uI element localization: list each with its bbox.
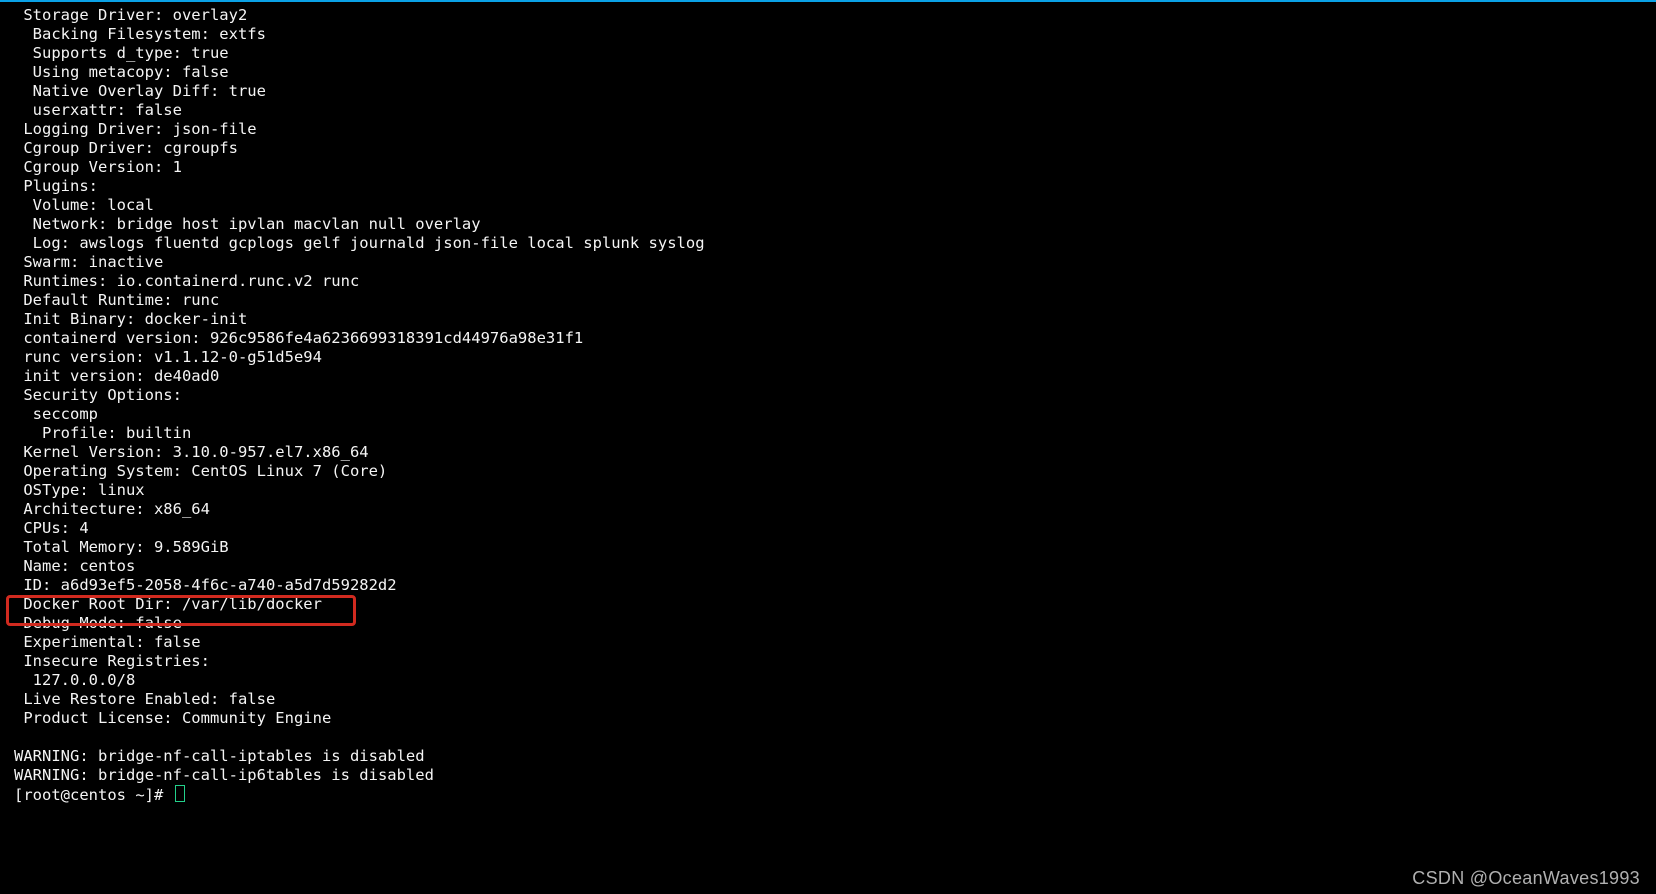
terminal-line: seccomp bbox=[14, 405, 1642, 424]
terminal-line: Swarm: inactive bbox=[14, 253, 1642, 272]
terminal-line: CPUs: 4 bbox=[14, 519, 1642, 538]
terminal-prompt[interactable]: [root@centos ~]# bbox=[14, 785, 1642, 805]
terminal-line: Live Restore Enabled: false bbox=[14, 690, 1642, 709]
terminal-line: Total Memory: 9.589GiB bbox=[14, 538, 1642, 557]
terminal-line: Kernel Version: 3.10.0-957.el7.x86_64 bbox=[14, 443, 1642, 462]
terminal-line: Debug Mode: false bbox=[14, 614, 1642, 633]
terminal-line: WARNING: bridge-nf-call-ip6tables is dis… bbox=[14, 766, 1642, 785]
terminal-line: Experimental: false bbox=[14, 633, 1642, 652]
terminal-line: Native Overlay Diff: true bbox=[14, 82, 1642, 101]
terminal-line: Storage Driver: overlay2 bbox=[14, 6, 1642, 25]
terminal-line: Default Runtime: runc bbox=[14, 291, 1642, 310]
terminal-line: Backing Filesystem: extfs bbox=[14, 25, 1642, 44]
terminal-line: Log: awslogs fluentd gcplogs gelf journa… bbox=[14, 234, 1642, 253]
terminal-line: Product License: Community Engine bbox=[14, 709, 1642, 728]
terminal-line: containerd version: 926c9586fe4a62366993… bbox=[14, 329, 1642, 348]
terminal-line: Init Binary: docker-init bbox=[14, 310, 1642, 329]
terminal-line: ID: a6d93ef5-2058-4f6c-a740-a5d7d59282d2 bbox=[14, 576, 1642, 595]
terminal-line: userxattr: false bbox=[14, 101, 1642, 120]
terminal-line: Supports d_type: true bbox=[14, 44, 1642, 63]
terminal-line: WARNING: bridge-nf-call-iptables is disa… bbox=[14, 747, 1642, 766]
terminal-line: Operating System: CentOS Linux 7 (Core) bbox=[14, 462, 1642, 481]
terminal-line: Using metacopy: false bbox=[14, 63, 1642, 82]
terminal-line: OSType: linux bbox=[14, 481, 1642, 500]
terminal-line: Cgroup Driver: cgroupfs bbox=[14, 139, 1642, 158]
terminal-line: init version: de40ad0 bbox=[14, 367, 1642, 386]
terminal-line: Name: centos bbox=[14, 557, 1642, 576]
terminal-line: Network: bridge host ipvlan macvlan null… bbox=[14, 215, 1642, 234]
terminal-line: Plugins: bbox=[14, 177, 1642, 196]
terminal-line: Security Options: bbox=[14, 386, 1642, 405]
window-top-border bbox=[0, 0, 1656, 2]
terminal-line bbox=[14, 728, 1642, 747]
cursor-icon bbox=[175, 785, 185, 802]
prompt-text: [root@centos ~]# bbox=[14, 786, 173, 804]
terminal-line: 127.0.0.0/8 bbox=[14, 671, 1642, 690]
terminal-line: Architecture: x86_64 bbox=[14, 500, 1642, 519]
terminal-line: Logging Driver: json-file bbox=[14, 120, 1642, 139]
terminal-line: runc version: v1.1.12-0-g51d5e94 bbox=[14, 348, 1642, 367]
terminal-line: Volume: local bbox=[14, 196, 1642, 215]
terminal-line: Runtimes: io.containerd.runc.v2 runc bbox=[14, 272, 1642, 291]
terminal-line: Insecure Registries: bbox=[14, 652, 1642, 671]
terminal-line: Profile: builtin bbox=[14, 424, 1642, 443]
watermark-text: CSDN @OceanWaves1993 bbox=[1412, 869, 1640, 888]
terminal-line: Cgroup Version: 1 bbox=[14, 158, 1642, 177]
terminal-output[interactable]: Storage Driver: overlay2Backing Filesyst… bbox=[14, 6, 1642, 805]
docker-root-dir-line: Docker Root Dir: /var/lib/docker bbox=[14, 595, 1642, 614]
